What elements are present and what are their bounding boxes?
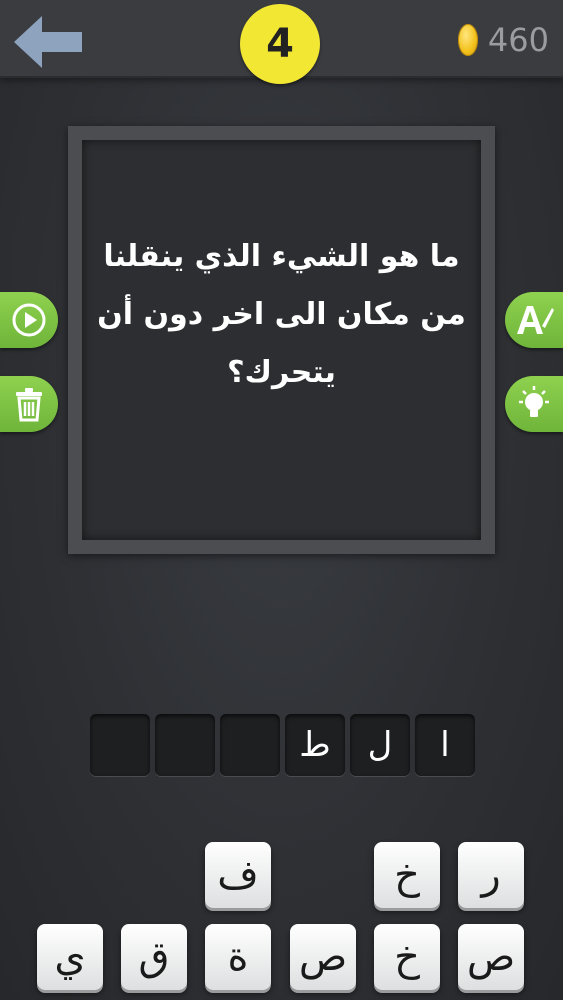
question-text: ما هو الشيء الذي ينقلنا من مكان الى اخر … xyxy=(97,239,466,390)
answer-slot[interactable] xyxy=(220,714,280,776)
watch-video-button[interactable] xyxy=(0,292,58,348)
letter-key[interactable]: ص xyxy=(290,924,356,990)
reveal-letter-button[interactable] xyxy=(505,292,563,348)
level-number: 4 xyxy=(266,21,294,67)
answer-slot[interactable] xyxy=(90,714,150,776)
arrow-left-icon xyxy=(14,16,82,68)
puzzle-board: ما هو الشيء الذي ينقلنا من مكان الى اخر … xyxy=(82,140,481,540)
back-button[interactable] xyxy=(12,14,84,70)
play-video-icon xyxy=(12,303,46,337)
answer-slot[interactable]: ا xyxy=(415,714,475,776)
letter-key[interactable]: ق xyxy=(121,924,187,990)
level-badge: 4 xyxy=(240,4,320,84)
reveal-letter-icon xyxy=(517,306,554,334)
letter-key[interactable]: ص xyxy=(458,924,524,990)
letter-key[interactable]: ف xyxy=(205,842,271,908)
lightbulb-icon xyxy=(519,386,549,417)
letter-key[interactable]: خ xyxy=(374,924,440,990)
trash-icon xyxy=(16,388,42,422)
puzzle-frame: ما هو الشيء الذي ينقلنا من مكان الى اخر … xyxy=(68,126,495,554)
hint-button[interactable] xyxy=(505,376,563,432)
gold-coin-icon xyxy=(457,24,478,56)
answer-slot[interactable] xyxy=(155,714,215,776)
letter-key[interactable]: ر xyxy=(458,842,524,908)
letter-key[interactable]: خ xyxy=(374,842,440,908)
remove-letters-button[interactable] xyxy=(0,376,58,432)
answer-slot[interactable]: ل xyxy=(350,714,410,776)
answer-slot[interactable]: ط xyxy=(285,714,345,776)
answer-slots: ا ل ط xyxy=(88,714,475,776)
letter-key[interactable]: ة xyxy=(205,924,271,990)
coin-count: 460 xyxy=(487,21,549,59)
coin-balance: 460 xyxy=(457,18,549,62)
letter-key[interactable]: ي xyxy=(37,924,103,990)
